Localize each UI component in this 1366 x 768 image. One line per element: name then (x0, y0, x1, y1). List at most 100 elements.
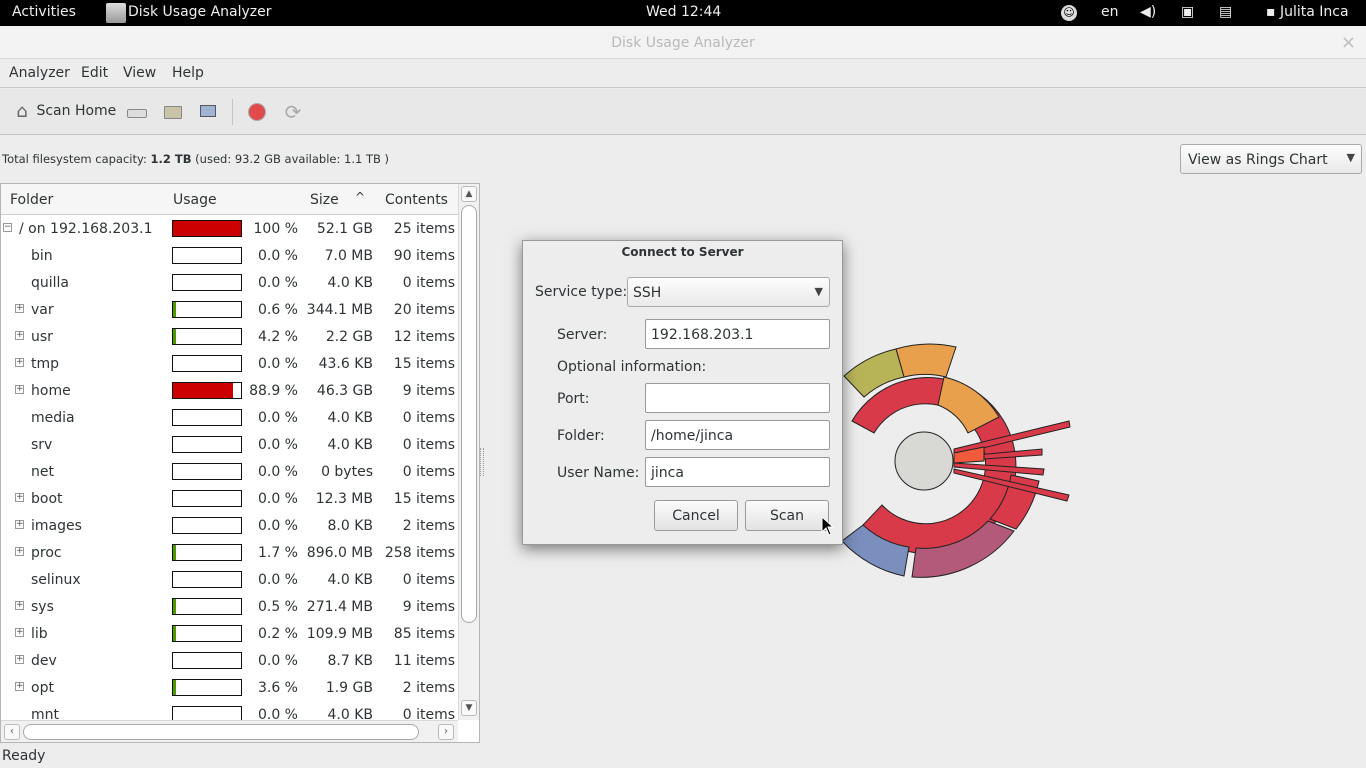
drive-icon[interactable] (126, 101, 148, 123)
folder-field[interactable]: /home/jinca (645, 420, 830, 450)
home-icon: ⌂ (16, 101, 28, 122)
scroll-up-icon[interactable]: ▲ (461, 186, 477, 202)
remote-icon[interactable] (198, 101, 220, 123)
column-usage[interactable]: Usage (173, 192, 217, 208)
expand-icon[interactable]: + (15, 385, 24, 394)
tree-row[interactable]: srv 0.0 % 4.0 KB 0 items (1, 431, 458, 458)
folder-name: dev (31, 653, 57, 669)
folder-label: Folder: (557, 428, 605, 444)
tree-row[interactable]: media 0.0 % 4.0 KB 0 items (1, 404, 458, 431)
stop-icon[interactable] (246, 101, 268, 123)
server-field[interactable]: 192.168.203.1 (645, 319, 830, 349)
network-icon[interactable]: ▣ (1181, 4, 1194, 20)
column-contents[interactable]: Contents (385, 192, 448, 208)
volume-icon[interactable]: ◀) (1140, 4, 1156, 20)
tree-row[interactable]: + var 0.6 % 344.1 MB 20 items (1, 296, 458, 323)
tree-row[interactable]: + home 88.9 % 46.3 GB 9 items (1, 377, 458, 404)
scroll-right-icon[interactable]: › (438, 724, 454, 740)
power-icon[interactable]: ▤ (1219, 4, 1232, 20)
tree-row[interactable]: selinux 0.0 % 4.0 KB 0 items (1, 566, 458, 593)
usage-bar (172, 328, 242, 345)
tree-row[interactable]: + opt 3.6 % 1.9 GB 2 items (1, 674, 458, 701)
folder-name: tmp (31, 356, 60, 372)
clock[interactable]: Wed 12:44 (646, 4, 721, 20)
scrollbar-thumb[interactable] (461, 205, 477, 623)
usage-bar-fill (173, 626, 176, 641)
view-mode-select[interactable]: View as Rings Chart ▼ (1180, 144, 1362, 174)
vertical-scrollbar[interactable]: ▲ ▼ (458, 184, 479, 720)
service-type-label: Service type: (535, 284, 628, 300)
app-menu[interactable]: Disk Usage Analyzer (128, 4, 272, 20)
tree-row[interactable]: + lib 0.2 % 109.9 MB 85 items (1, 620, 458, 647)
scan-home-button[interactable]: ⌂ Scan Home (12, 101, 116, 122)
ring-segment-orange-outer[interactable] (895, 343, 957, 378)
tree-row[interactable]: + usr 4.2 % 2.2 GB 12 items (1, 323, 458, 350)
expand-icon[interactable]: + (15, 682, 24, 691)
usage-bar (172, 274, 242, 291)
port-label: Port: (557, 391, 590, 407)
tree-row[interactable]: + sys 0.5 % 271.4 MB 9 items (1, 593, 458, 620)
menu-edit[interactable]: Edit (81, 65, 108, 81)
tree-row[interactable]: + images 0.0 % 8.0 KB 2 items (1, 512, 458, 539)
expand-icon[interactable]: + (15, 601, 24, 610)
close-icon[interactable]: × (1341, 32, 1356, 53)
pane-resize-handle[interactable] (480, 448, 484, 476)
tree-row[interactable]: quilla 0.0 % 4.0 KB 0 items (1, 269, 458, 296)
activities-button[interactable]: Activities (12, 4, 76, 20)
folder-size: 46.3 GB (316, 383, 373, 399)
folder-contents: 12 items (393, 329, 455, 345)
ring-center[interactable] (894, 431, 954, 491)
folder-name: bin (31, 248, 53, 264)
cancel-button[interactable]: Cancel (654, 500, 738, 531)
tree-row[interactable]: + dev 0.0 % 8.7 KB 11 items (1, 647, 458, 674)
scroll-down-icon[interactable]: ▼ (461, 700, 477, 716)
scrollbar-thumb[interactable] (23, 724, 419, 740)
usage-percent: 0.5 % (257, 599, 298, 615)
expand-icon[interactable]: + (15, 358, 24, 367)
expand-icon[interactable]: + (15, 331, 24, 340)
service-type-select[interactable]: SSH ▼ (627, 277, 830, 307)
tree-row[interactable]: + tmp 0.0 % 43.6 KB 15 items (1, 350, 458, 377)
column-size[interactable]: Size (310, 192, 339, 208)
mouse-cursor (821, 516, 835, 536)
scroll-left-icon[interactable]: ‹ (4, 724, 20, 740)
scan-button[interactable]: Scan (745, 500, 829, 531)
keyboard-layout[interactable]: en (1101, 4, 1119, 20)
usage-percent: 4.2 % (257, 329, 298, 345)
tree-row[interactable]: net 0.0 % 0 bytes 0 items (1, 458, 458, 485)
folder-name: lib (31, 626, 48, 642)
column-folder[interactable]: Folder (10, 192, 53, 208)
accessibility-icon[interactable]: ☺ (1061, 5, 1077, 21)
menu-help[interactable]: Help (172, 65, 204, 81)
expand-icon[interactable]: + (15, 493, 24, 502)
folder-contents: 15 items (393, 356, 455, 372)
usage-bar (172, 517, 242, 534)
folder-size: 1.9 GB (325, 680, 373, 696)
expand-icon[interactable]: + (15, 547, 24, 556)
folder-contents: 15 items (393, 491, 455, 507)
expand-icon[interactable]: + (15, 628, 24, 637)
tree-row[interactable]: mnt 0.0 % 4.0 KB 0 items (1, 701, 458, 720)
usage-bar (172, 625, 242, 642)
tree-row[interactable]: bin 0.0 % 7.0 MB 90 items (1, 242, 458, 269)
tree-row[interactable]: − / on 192.168.203.1 100 % 52.1 GB 25 items (1, 215, 458, 242)
menu-bar: Analyzer Edit View Help (0, 59, 1366, 88)
refresh-icon[interactable]: ⟳ (282, 101, 304, 123)
tree-row[interactable]: + boot 0.0 % 12.3 MB 15 items (1, 485, 458, 512)
port-field[interactable] (645, 383, 830, 413)
collapse-icon[interactable]: − (3, 223, 12, 232)
expand-icon[interactable]: + (15, 304, 24, 313)
usage-percent: 0.0 % (257, 572, 298, 588)
horizontal-scrollbar[interactable]: ‹ › (1, 720, 458, 742)
user-menu[interactable]: ▪ Julita Inca (1266, 4, 1349, 20)
expand-icon[interactable]: + (15, 520, 24, 529)
menu-view[interactable]: View (123, 65, 156, 81)
expand-icon[interactable]: + (15, 655, 24, 664)
folder-icon[interactable] (162, 101, 184, 123)
tree-row[interactable]: + proc 1.7 % 896.0 MB 258 items (1, 539, 458, 566)
folder-name: sys (31, 599, 54, 615)
folder-contents: 258 items (384, 545, 455, 561)
username-field[interactable]: jinca (645, 457, 830, 487)
folder-size: 4.0 KB (327, 437, 374, 453)
menu-analyzer[interactable]: Analyzer (9, 65, 70, 81)
